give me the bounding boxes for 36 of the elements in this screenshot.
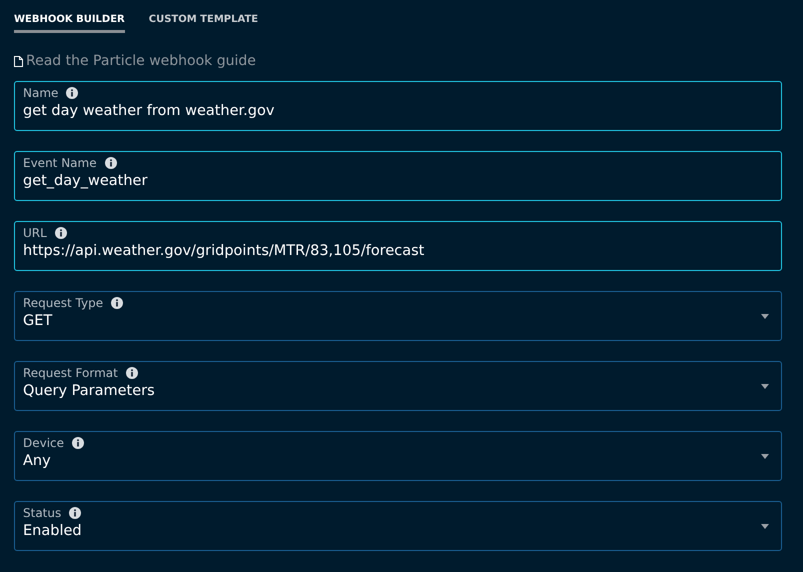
field-label: Status — [23, 506, 62, 520]
info-icon[interactable] — [126, 367, 138, 379]
field-value: GET — [23, 313, 52, 329]
caret-icon — [761, 384, 769, 389]
field-label: URL — [23, 226, 47, 240]
field-label: Event Name — [23, 156, 97, 170]
field-value: get_day_weather — [23, 173, 148, 189]
info-icon[interactable] — [54, 227, 67, 239]
info-icon[interactable] — [72, 437, 84, 449]
field-value: Any — [23, 453, 51, 469]
caret-icon — [761, 314, 769, 319]
tab[interactable]: WEBHOOK BUILDER — [14, 12, 125, 33]
guide-link[interactable]: Read the Particle webhook guide — [26, 53, 256, 69]
info-icon[interactable] — [66, 87, 78, 99]
info-icon[interactable] — [111, 297, 124, 309]
dropdown-field[interactable]: Request Type GET — [14, 291, 782, 341]
field-label: Device — [23, 436, 64, 450]
text-field[interactable]: URL https://api.weather.gov/gridpoints/MTR/83,105/forecast — [14, 221, 782, 271]
field-value: get day weather from weather.gov — [23, 103, 274, 119]
info-icon[interactable] — [104, 157, 117, 169]
dropdown-field[interactable]: Device Any — [14, 431, 782, 481]
dropdown-field[interactable]: Status Enabled — [14, 501, 782, 551]
caret-icon — [761, 454, 769, 459]
document-icon — [14, 56, 23, 66]
text-field[interactable]: Name get day weather from weather.gov — [14, 81, 782, 131]
field-label: Request Type — [23, 296, 104, 310]
field-label: Name — [23, 86, 58, 100]
caret-icon — [761, 524, 769, 529]
dropdown-field[interactable]: Request Format Query Parameters — [14, 361, 782, 411]
info-icon[interactable] — [69, 507, 82, 519]
field-value: Enabled — [23, 523, 82, 539]
field-value: https://api.weather.gov/gridpoints/MTR/83,105/forecast — [23, 243, 424, 259]
field-label: Request Format — [23, 366, 118, 380]
field-value: Query Parameters — [23, 383, 155, 399]
text-field[interactable]: Event Name get_day_weather — [14, 151, 782, 201]
tab[interactable]: CUSTOM TEMPLATE — [148, 12, 258, 33]
